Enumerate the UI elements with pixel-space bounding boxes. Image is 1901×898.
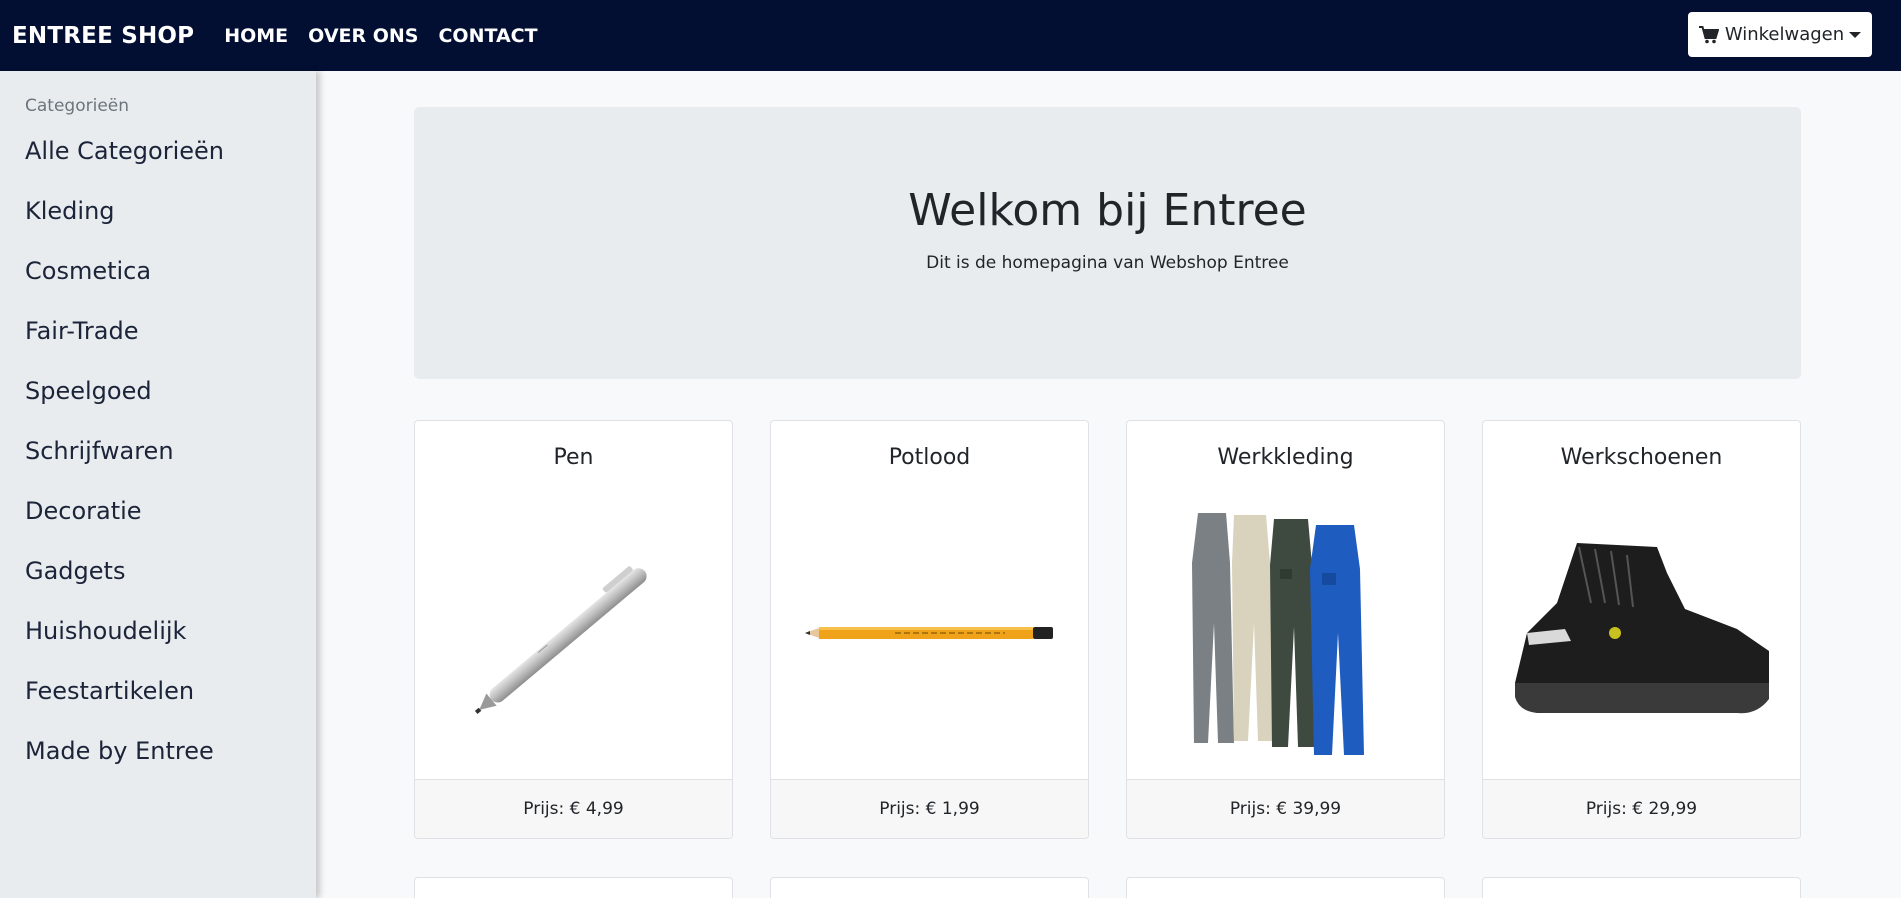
caret-down-icon xyxy=(1849,31,1862,38)
sidebar-item-schrijfwaren[interactable]: Schrijfwaren xyxy=(25,437,174,465)
shopping-cart-icon xyxy=(1698,25,1719,43)
product-price: Prijs: € 1,99 xyxy=(771,779,1088,838)
product-card-pen[interactable]: Pen Prijs: € 4,99 xyxy=(414,420,733,839)
category-sidebar: Categorieën Alle Categorieën Kleding Cos… xyxy=(0,71,316,898)
nav-link-over-ons[interactable]: OVER ONS xyxy=(308,25,418,47)
sidebar-item-huishoudelijk[interactable]: Huishoudelijk xyxy=(25,617,186,645)
product-card-potlood[interactable]: Potlood Prijs: € 1,99 xyxy=(770,420,1089,839)
sidebar-item-made-by-entree[interactable]: Made by Entree xyxy=(25,737,214,765)
product-card-partial[interactable] xyxy=(1482,877,1801,898)
sidebar-item-cosmetica[interactable]: Cosmetica xyxy=(25,257,151,285)
brand-logo[interactable]: ENTREE SHOP xyxy=(12,23,194,49)
work-shoe-image xyxy=(1483,485,1800,781)
nav-link-contact[interactable]: CONTACT xyxy=(438,25,537,47)
product-title: Werkkleding xyxy=(1217,445,1354,470)
product-price: Prijs: € 4,99 xyxy=(415,779,732,838)
cart-label: Winkelwagen xyxy=(1724,24,1845,45)
product-title: Potlood xyxy=(888,445,971,470)
product-card-werkschoenen[interactable]: Werkschoenen Prijs: € 29,99 xyxy=(1482,420,1801,839)
welcome-jumbotron: Welkom bij Entree Dit is de homepagina v… xyxy=(414,107,1801,379)
page-subtitle: Dit is de homepagina van Webshop Entree xyxy=(926,253,1289,273)
workwear-image xyxy=(1127,485,1444,781)
sidebar-item-kleding[interactable]: Kleding xyxy=(25,197,115,225)
sidebar-item-speelgoed[interactable]: Speelgoed xyxy=(25,377,152,405)
sidebar-item-gadgets[interactable]: Gadgets xyxy=(25,557,125,585)
sidebar-item-alle-categorieen[interactable]: Alle Categorieën xyxy=(25,137,224,165)
product-card-partial[interactable] xyxy=(770,877,1089,898)
product-card-partial[interactable] xyxy=(414,877,733,898)
product-price: Prijs: € 39,99 xyxy=(1127,779,1444,838)
sidebar-heading: Categorieën xyxy=(25,96,130,116)
product-card-partial[interactable] xyxy=(1126,877,1445,898)
cart-dropdown-button[interactable]: Winkelwagen xyxy=(1688,12,1872,57)
product-title: Werkschoenen xyxy=(1560,445,1723,470)
product-card-werkkleding[interactable]: Werkkleding Prijs: € 39,99 xyxy=(1126,420,1445,839)
sidebar-item-decoratie[interactable]: Decoratie xyxy=(25,497,142,525)
top-navbar: ENTREE SHOP HOME OVER ONS CONTACT Winkel… xyxy=(0,0,1901,71)
product-title: Pen xyxy=(553,445,594,470)
product-price: Prijs: € 29,99 xyxy=(1483,779,1800,838)
sidebar-item-feestartikelen[interactable]: Feestartikelen xyxy=(25,677,194,705)
sidebar-item-fair-trade[interactable]: Fair-Trade xyxy=(25,317,138,345)
pen-image xyxy=(415,485,732,781)
nav-link-home[interactable]: HOME xyxy=(224,25,288,47)
nav-links: HOME OVER ONS CONTACT xyxy=(224,25,557,47)
page-title: Welkom bij Entree xyxy=(908,185,1307,236)
pencil-image xyxy=(771,485,1088,781)
